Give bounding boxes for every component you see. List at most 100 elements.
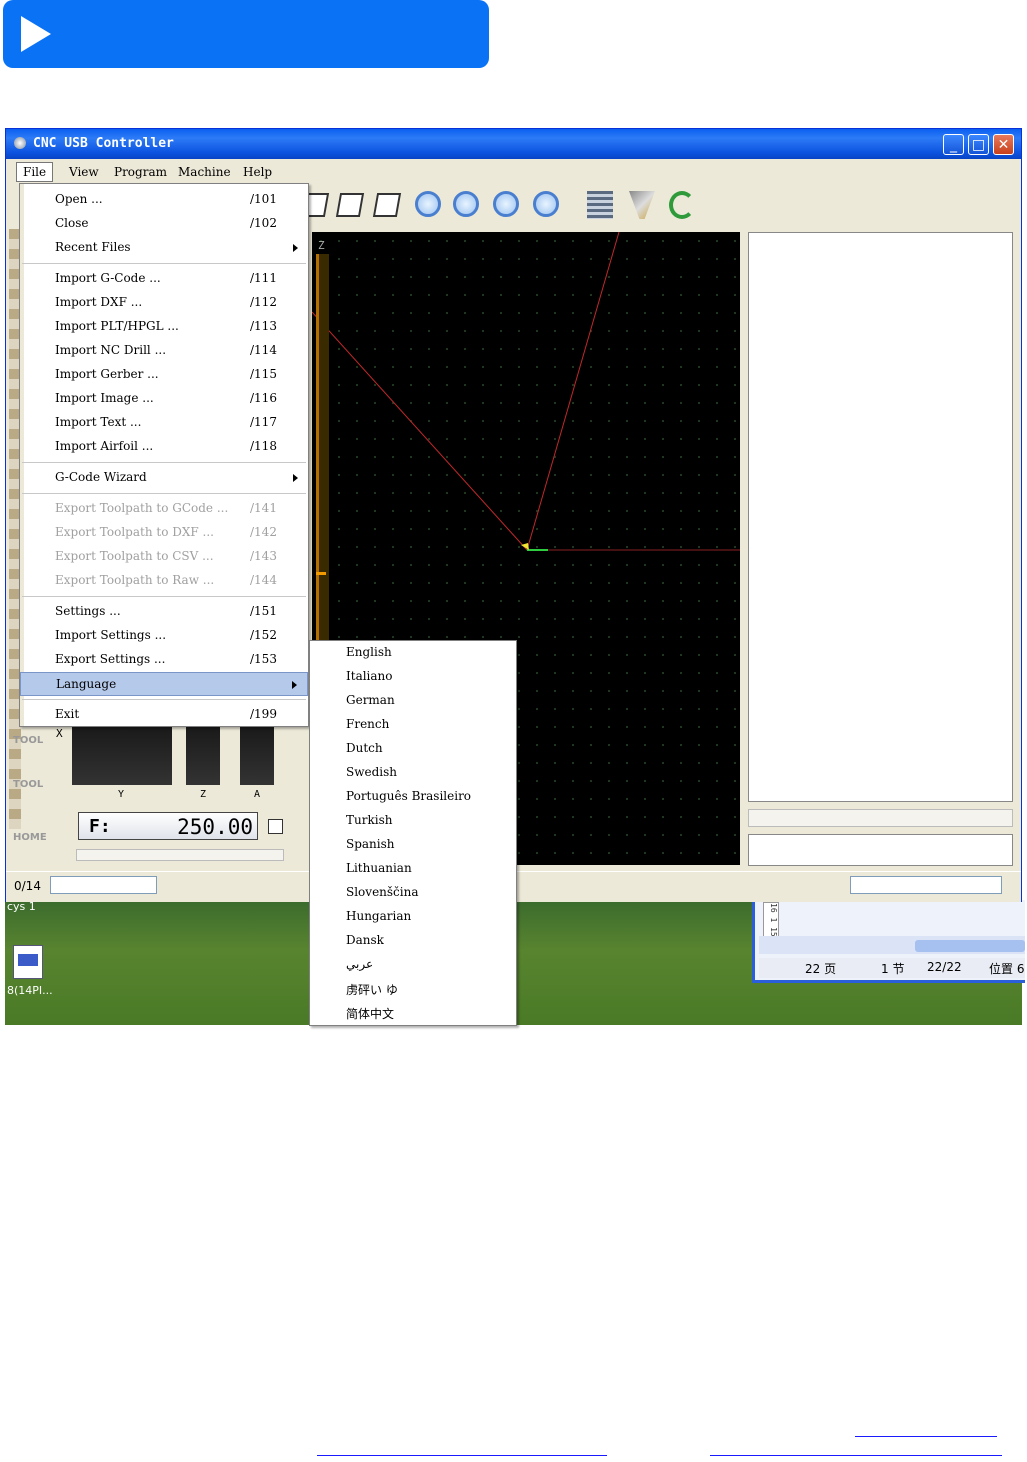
- menu-item-import-dxf[interactable]: Import DXF ... /112: [20, 291, 308, 315]
- minimize-button[interactable]: _: [943, 134, 964, 155]
- menu-item-import-gerber[interactable]: Import Gerber ... /115: [20, 363, 308, 387]
- menu-item-label: Export Toolpath to Raw ...: [55, 573, 215, 587]
- menu-item-label: Export Toolpath to CSV ...: [55, 549, 214, 563]
- maximize-button[interactable]: □: [968, 134, 989, 155]
- word-status-bar: 22 页 1 节 22/22 位置 6: [759, 958, 1025, 978]
- menu-item-open[interactable]: Open ... /101: [20, 188, 308, 212]
- language-option[interactable]: 简体中文: [346, 1005, 394, 1029]
- language-option[interactable]: 虏砰い ゆ: [346, 981, 398, 1005]
- menu-item-label: Import NC Drill ...: [55, 343, 167, 357]
- feed-label: F:: [89, 816, 111, 837]
- file-menu: Open ... /101 Close/102 Recent Files Import …: [19, 183, 309, 727]
- zoom-in-icon[interactable]: [415, 191, 441, 217]
- menu-item-label: Import Image ...: [55, 391, 154, 405]
- menu-item-shortcut: /144: [250, 573, 277, 587]
- menu-item-shortcut: /101: [250, 192, 277, 206]
- a-jog-pad[interactable]: [240, 727, 274, 785]
- gcode-panel-scrollbar[interactable]: [748, 809, 1013, 827]
- link-underline[interactable]: [710, 1455, 1002, 1456]
- language-option[interactable]: عربي: [346, 957, 373, 981]
- feed-rate-slider[interactable]: [76, 849, 284, 861]
- language-option[interactable]: Hungarian: [346, 909, 411, 933]
- menu-file[interactable]: File: [16, 162, 54, 182]
- language-option[interactable]: Dutch: [346, 741, 383, 765]
- zoom-window-icon[interactable]: [493, 191, 519, 217]
- gcode-panel[interactable]: [748, 232, 1013, 802]
- menu-item-label: Settings ...: [55, 604, 121, 618]
- menu-item-export-settings[interactable]: Export Settings ... /153: [20, 648, 308, 672]
- menu-item-label: Import PLT/HPGL ...: [55, 319, 179, 333]
- link-underline[interactable]: [855, 1436, 997, 1437]
- menu-item-export-toolpath-to-gcode: Export Toolpath to GCode ... /141: [20, 497, 308, 521]
- status-field: [50, 876, 157, 894]
- menu-item-label: Export Toolpath to GCode ...: [55, 501, 229, 515]
- menu-item-export-toolpath-to-dxf: Export Toolpath to DXF ... /142: [20, 521, 308, 545]
- z-jog-label: Z: [200, 789, 207, 800]
- menu-item-shortcut: /114: [250, 343, 277, 357]
- menu-machine[interactable]: Machine: [178, 165, 231, 179]
- menu-separator: [22, 462, 306, 463]
- view-side-icon[interactable]: [372, 193, 402, 217]
- menu-item-exit[interactable]: Exit/199: [20, 703, 308, 727]
- language-option[interactable]: Slovenščina: [346, 885, 419, 909]
- menu-view[interactable]: View: [69, 165, 99, 179]
- language-option[interactable]: French: [346, 717, 389, 741]
- menu-item-import-nc-drill[interactable]: Import NC Drill ... /114: [20, 339, 308, 363]
- menu-item-shortcut: /116: [250, 391, 277, 405]
- menu-item-shortcut: /143: [250, 549, 277, 563]
- refresh-icon[interactable]: [669, 191, 695, 219]
- desktop-icon-label[interactable]: 8(14PI...: [7, 984, 53, 997]
- zoom-out-icon[interactable]: [453, 191, 479, 217]
- menu-help[interactable]: Help: [243, 165, 272, 179]
- menu-item-import-settings[interactable]: Import Settings ... /152: [20, 624, 308, 648]
- view-iso-icon[interactable]: [335, 193, 365, 217]
- language-option[interactable]: Swedish: [346, 765, 397, 789]
- language-option[interactable]: English: [346, 645, 392, 669]
- menu-item-close[interactable]: Close/102: [20, 212, 308, 236]
- menu-separator: [22, 596, 306, 597]
- document-icon[interactable]: [13, 945, 43, 979]
- menu-separator: [22, 263, 306, 264]
- language-option[interactable]: Português Brasileiro: [346, 789, 471, 813]
- menu-item-recent-files[interactable]: Recent Files: [20, 236, 308, 260]
- close-button[interactable]: ✕: [993, 134, 1014, 155]
- menu-item-language[interactable]: Language: [20, 672, 308, 696]
- language-option[interactable]: Lithuanian: [346, 861, 412, 885]
- menu-item-label: Import Airfoil ...: [55, 439, 154, 453]
- command-input[interactable]: [748, 834, 1013, 866]
- menu-item-import-image[interactable]: Import Image ... /116: [20, 387, 308, 411]
- vertical-ruler: 16 1 15: [763, 902, 779, 938]
- feed-rate-display: F: 250.00: [78, 812, 258, 840]
- menu-item-import-plt-hpgl[interactable]: Import PLT/HPGL ... /113: [20, 315, 308, 339]
- menu-item-shortcut: /152: [250, 628, 277, 642]
- language-option[interactable]: Turkish: [346, 813, 392, 837]
- language-option[interactable]: German: [346, 693, 395, 717]
- feed-override-checkbox[interactable]: [268, 819, 283, 834]
- app-window: CNC USB Controller _ □ ✕ File View Progr…: [5, 128, 1022, 1026]
- submenu-arrow-icon: [293, 244, 298, 252]
- tool-change-icon[interactable]: [587, 191, 613, 219]
- menu-item-settings[interactable]: Settings ... /151: [20, 600, 308, 624]
- language-option[interactable]: Spanish: [346, 837, 395, 861]
- menu-item-label: Recent Files: [55, 240, 131, 254]
- menu-item-import-g-code[interactable]: Import G-Code ... /111: [20, 267, 308, 291]
- menu-item-import-text[interactable]: Import Text ... /117: [20, 411, 308, 435]
- probe-icon[interactable]: [629, 191, 655, 219]
- feed-value: 250.00: [177, 815, 253, 839]
- xy-jog-pad[interactable]: [72, 727, 172, 785]
- play-icon: [21, 16, 51, 52]
- menu-item-label: Import Text ...: [55, 415, 142, 429]
- language-option[interactable]: Italiano: [346, 669, 393, 693]
- menu-program[interactable]: Program: [114, 165, 167, 179]
- toolbar: [300, 185, 701, 229]
- status-section: 1 节: [881, 962, 905, 976]
- language-option[interactable]: Dansk: [346, 933, 384, 957]
- zoom-fit-icon[interactable]: [533, 191, 559, 217]
- link-underline[interactable]: [317, 1455, 607, 1456]
- horizontal-scrollbar[interactable]: [915, 940, 1025, 952]
- z-jog-pad[interactable]: [186, 727, 220, 785]
- menu-item-g-code-wizard[interactable]: G-Code Wizard: [20, 466, 308, 490]
- menu-item-label: G-Code Wizard: [55, 470, 147, 484]
- menu-item-import-airfoil[interactable]: Import Airfoil ... /118: [20, 435, 308, 459]
- title-bar[interactable]: CNC USB Controller _ □ ✕: [6, 129, 1021, 159]
